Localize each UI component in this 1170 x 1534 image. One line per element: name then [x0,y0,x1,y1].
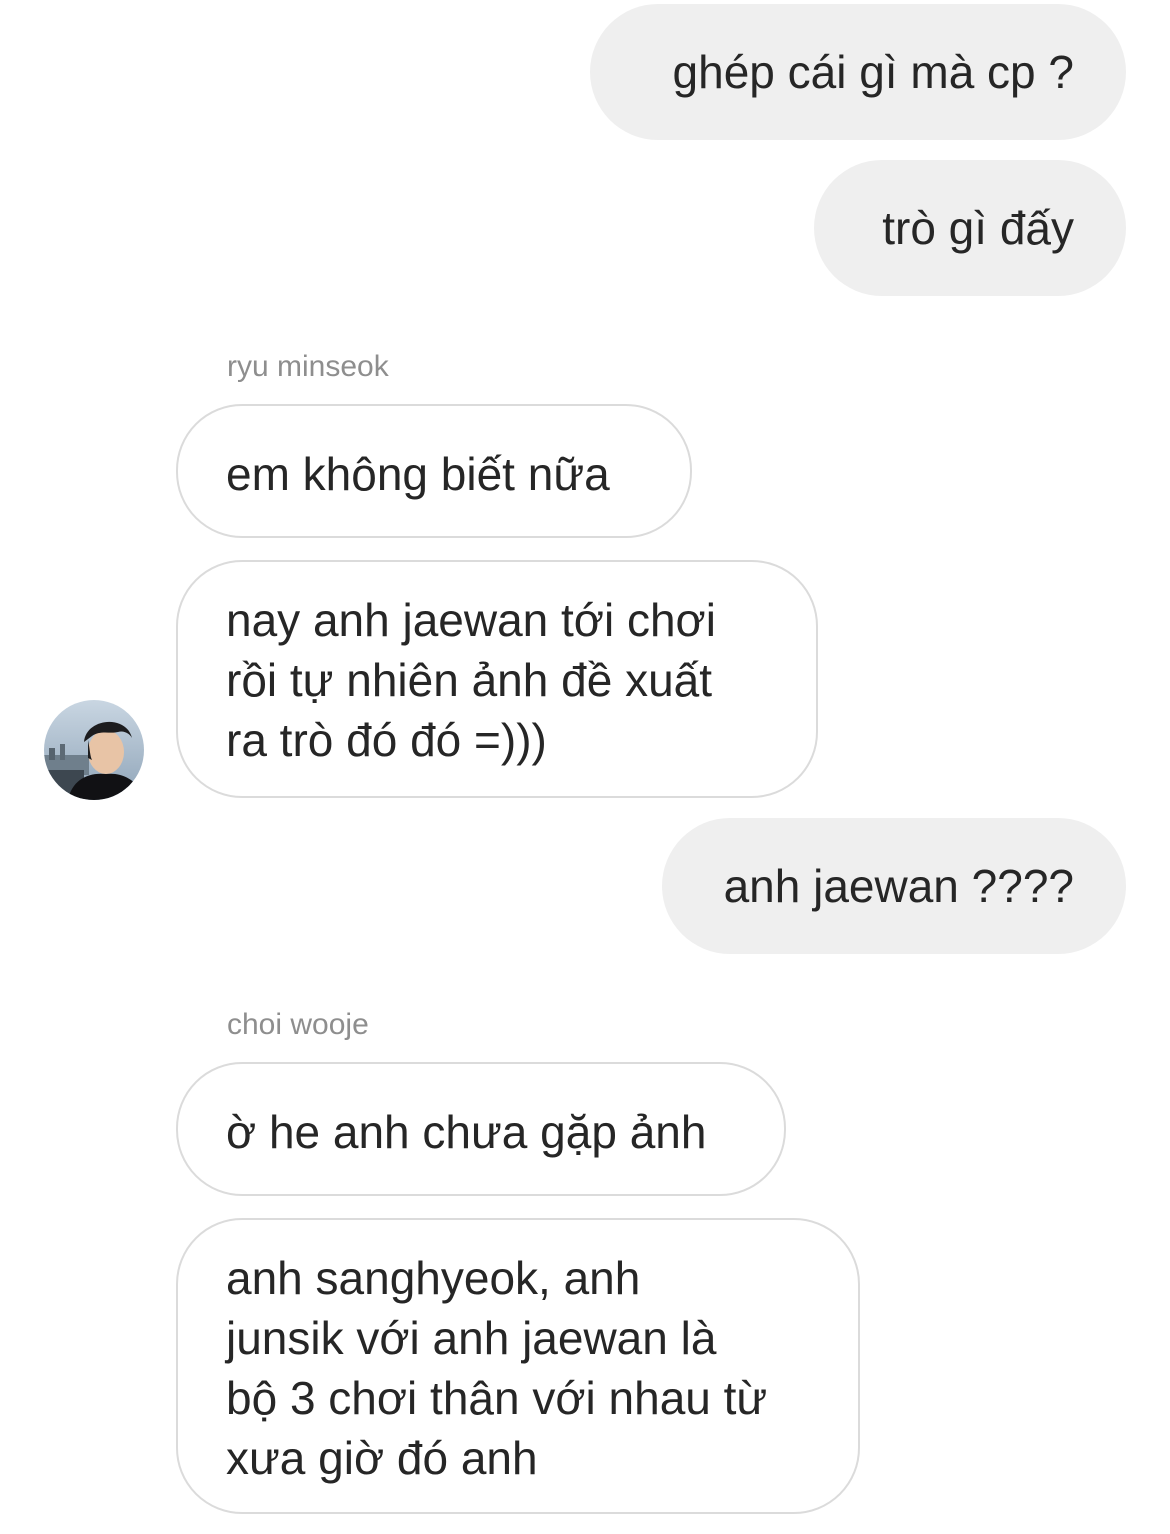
message-text: trò gì đấy [882,202,1074,254]
avatar-photo [44,700,144,800]
message-outgoing[interactable]: anh jaewan ???? [662,818,1126,954]
message-text-line: ra trò đó đó =))) [226,714,547,766]
message-text: anh jaewan ???? [723,860,1074,912]
message-text-line: rồi tự nhiên ảnh đề xuất [226,654,713,706]
message-text-line: nay anh jaewan tới chơi [226,594,716,646]
message-outgoing[interactable]: ghép cái gì mà cp ? [590,4,1126,140]
message-text: ờ he anh chưa gặp ảnh [226,1106,707,1158]
message-text: em không biết nữa [226,448,610,500]
message-text-line: bộ 3 chơi thân với nhau từ [226,1372,768,1424]
message-incoming[interactable]: em không biết nữa [176,404,692,538]
message-text-line: anh sanghyeok, anh [226,1252,641,1304]
message-outgoing[interactable]: trò gì đấy [814,160,1126,296]
sender-name: ryu minseok [227,350,389,383]
message-incoming[interactable]: nay anh jaewan tới chơi rồi tự nhiên ảnh… [176,560,818,798]
message-text: ghép cái gì mà cp ? [672,46,1074,98]
message-incoming[interactable]: ờ he anh chưa gặp ảnh [176,1062,786,1196]
message-incoming[interactable]: anh sanghyeok, anh junsik với anh jaewan… [176,1218,860,1514]
sender-name: choi wooje [227,1008,369,1041]
message-text-line: xưa giờ đó anh [226,1432,538,1484]
avatar[interactable] [44,700,144,800]
message-text-line: junsik với anh jaewan là [226,1312,717,1364]
